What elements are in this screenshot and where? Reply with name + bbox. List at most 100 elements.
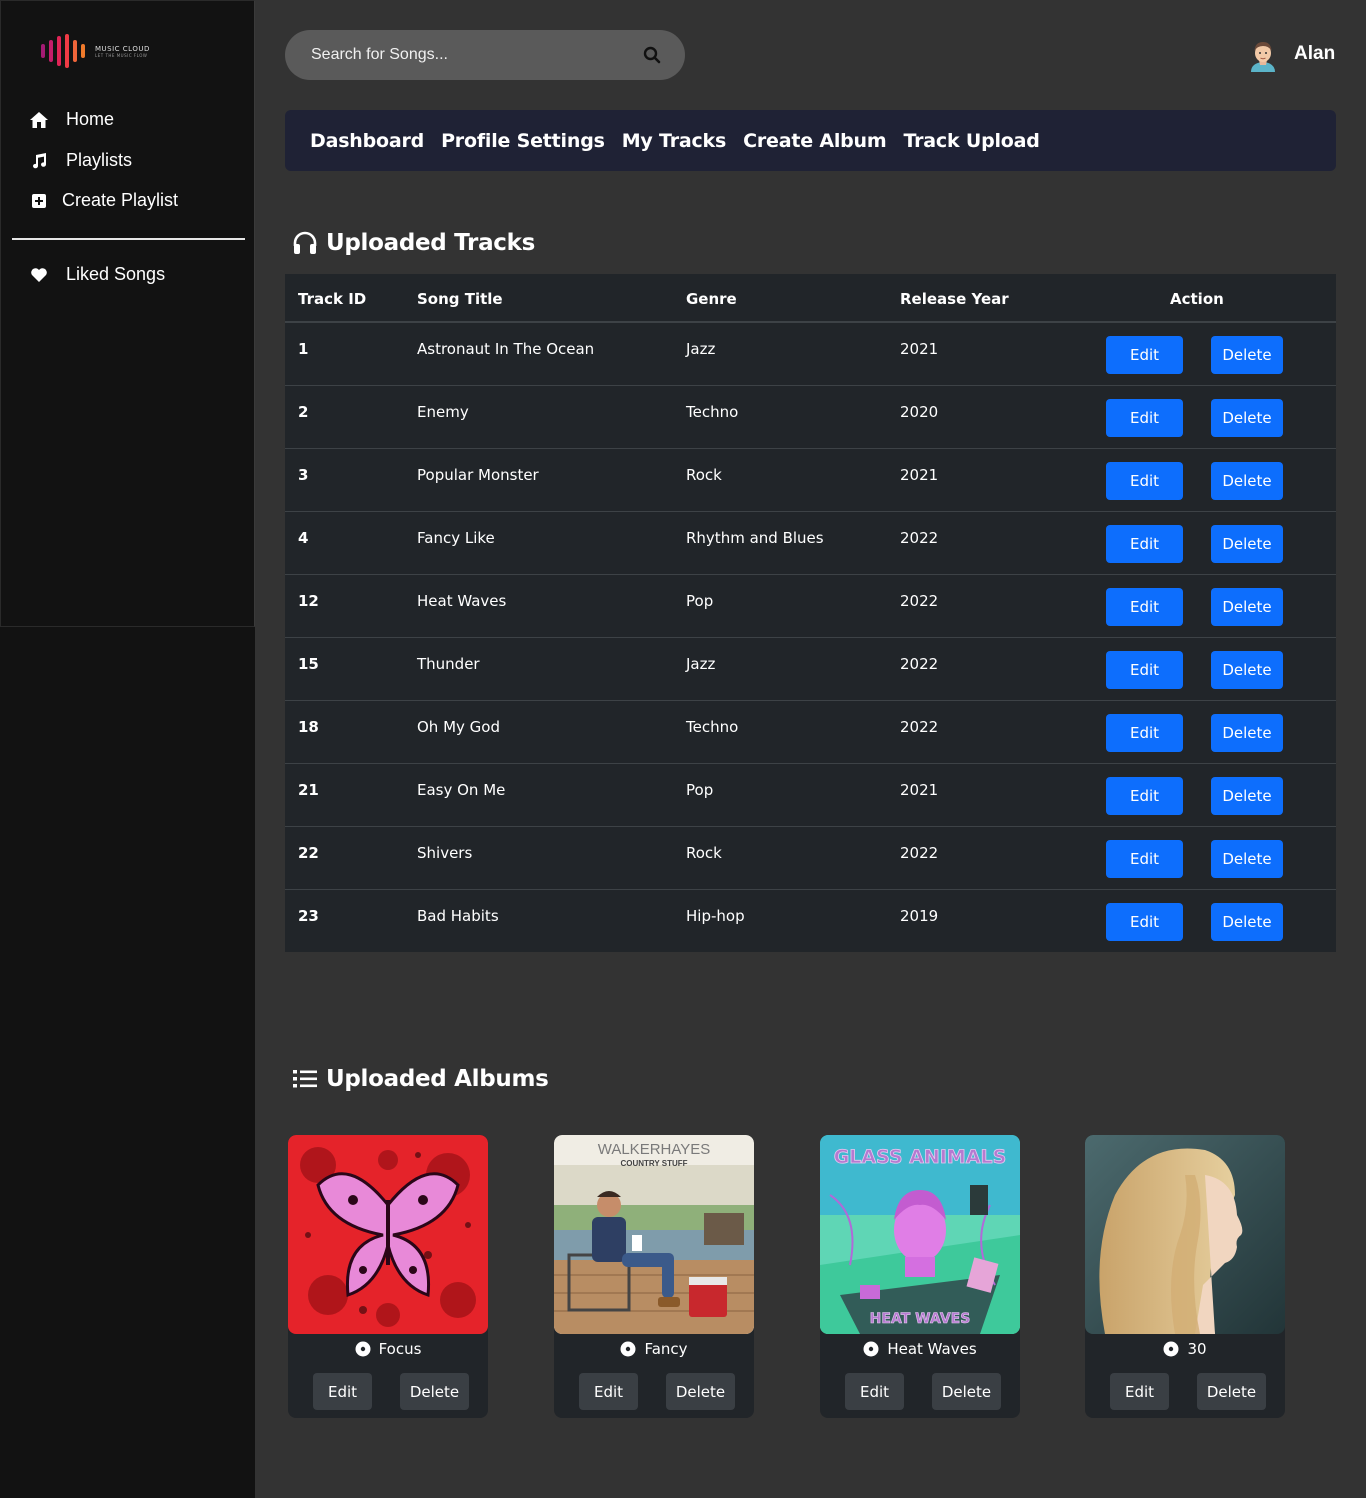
sidebar-item-playlists[interactable]: Playlists bbox=[29, 150, 132, 171]
release-year-cell: 2022 bbox=[900, 592, 939, 610]
genre-cell: Rock bbox=[686, 466, 722, 484]
song-title-cell: Fancy Like bbox=[417, 529, 495, 547]
avatar[interactable] bbox=[1248, 38, 1278, 76]
sidebar-item-label: Home bbox=[66, 109, 115, 129]
delete-track-button[interactable]: Delete bbox=[1211, 336, 1283, 374]
column-header-release-year: Release Year bbox=[900, 290, 1009, 308]
edit-track-button[interactable]: Edit bbox=[1106, 588, 1183, 626]
list-icon bbox=[292, 1066, 318, 1092]
album-title-text: Heat Waves bbox=[887, 1340, 977, 1358]
tab-my-tracks[interactable]: My Tracks bbox=[622, 130, 727, 152]
song-title-cell: Oh My God bbox=[417, 718, 500, 736]
song-title-cell: Shivers bbox=[417, 844, 473, 862]
tracks-section-title: Uploaded Tracks bbox=[292, 230, 535, 256]
sidebar-item-label: Playlists bbox=[66, 150, 133, 170]
headphones-icon bbox=[292, 230, 318, 256]
album-delete-button[interactable]: Delete bbox=[1197, 1373, 1266, 1410]
delete-track-button[interactable]: Delete bbox=[1211, 462, 1283, 500]
sidebar-panel: MUSIC CLOUD LET THE MUSIC FLOW Home Play… bbox=[0, 0, 255, 627]
delete-track-button[interactable]: Delete bbox=[1211, 525, 1283, 563]
genre-cell: Rock bbox=[686, 844, 722, 862]
edit-track-button[interactable]: Edit bbox=[1106, 777, 1183, 815]
release-year-cell: 2020 bbox=[900, 403, 939, 421]
genre-cell: Jazz bbox=[686, 655, 716, 673]
delete-track-button[interactable]: Delete bbox=[1211, 777, 1283, 815]
edit-track-button[interactable]: Edit bbox=[1106, 840, 1183, 878]
song-title-cell: Astronaut In The Ocean bbox=[417, 340, 595, 358]
edit-track-button[interactable]: Edit bbox=[1106, 714, 1183, 752]
search-input[interactable] bbox=[311, 46, 631, 64]
cover-text-artist: WALKERHAYES bbox=[598, 1141, 711, 1158]
home-icon bbox=[29, 110, 49, 130]
search-icon[interactable] bbox=[643, 46, 661, 64]
column-header-track-id: Track ID bbox=[298, 290, 367, 308]
album-edit-button[interactable]: Edit bbox=[1110, 1373, 1169, 1410]
track-id-cell: 15 bbox=[298, 655, 319, 673]
logo[interactable]: MUSIC CLOUD LET THE MUSIC FLOW bbox=[41, 34, 150, 68]
genre-cell: Hip-hop bbox=[686, 907, 745, 925]
album-delete-button[interactable]: Delete bbox=[400, 1373, 469, 1410]
sidebar-item-home[interactable]: Home bbox=[29, 109, 114, 130]
glass-animals-cover[interactable]: GLASS ANIMALS HEAT WAVES bbox=[820, 1135, 1020, 1334]
release-year-cell: 2019 bbox=[900, 907, 939, 925]
user-name[interactable]: Alan bbox=[1294, 43, 1335, 65]
delete-track-button[interactable]: Delete bbox=[1211, 903, 1283, 941]
album-title: 30 bbox=[1085, 1340, 1285, 1358]
tracks-table: Track ID Song Title Genre Release Year A… bbox=[285, 274, 1336, 952]
edit-track-button[interactable]: Edit bbox=[1106, 525, 1183, 563]
release-year-cell: 2022 bbox=[900, 844, 939, 862]
song-title-cell: Enemy bbox=[417, 403, 469, 421]
table-row: 2 Enemy Techno 2020 Edit Delete bbox=[285, 386, 1336, 449]
column-header-song-title: Song Title bbox=[417, 290, 503, 308]
logo-name: MUSIC CLOUD bbox=[95, 44, 150, 53]
table-body: 1 Astronaut In The Ocean Jazz 2021 Edit Delet… bbox=[285, 323, 1336, 953]
sidebar-item-label: Create Playlist bbox=[62, 190, 179, 210]
album-title: Focus bbox=[288, 1340, 488, 1358]
delete-track-button[interactable]: Delete bbox=[1211, 840, 1283, 878]
table-row: 4 Fancy Like Rhythm and Blues 2022 Edit Delet… bbox=[285, 512, 1336, 575]
tab-dashboard[interactable]: Dashboard bbox=[310, 130, 424, 152]
track-id-cell: 1 bbox=[298, 340, 309, 358]
album-delete-button[interactable]: Delete bbox=[666, 1373, 735, 1410]
album-edit-button[interactable]: Edit bbox=[313, 1373, 372, 1410]
table-header: Track ID Song Title Genre Release Year A… bbox=[285, 274, 1336, 323]
album-card: 30 Edit Delete bbox=[1085, 1135, 1285, 1418]
disc-icon bbox=[863, 1341, 879, 1357]
table-row: 12 Heat Waves Pop 2022 Edit Delete bbox=[285, 575, 1336, 638]
edit-track-button[interactable]: Edit bbox=[1106, 462, 1183, 500]
delete-track-button[interactable]: Delete bbox=[1211, 714, 1283, 752]
track-id-cell: 3 bbox=[298, 466, 309, 484]
delete-track-button[interactable]: Delete bbox=[1211, 588, 1283, 626]
genre-cell: Pop bbox=[686, 592, 714, 610]
delete-track-button[interactable]: Delete bbox=[1211, 399, 1283, 437]
delete-track-button[interactable]: Delete bbox=[1211, 651, 1283, 689]
track-id-cell: 12 bbox=[298, 592, 319, 610]
genre-cell: Techno bbox=[686, 403, 739, 421]
butterfly-cover[interactable] bbox=[288, 1135, 488, 1334]
table-row: 15 Thunder Jazz 2022 Edit Delete bbox=[285, 638, 1336, 701]
dashboard-tabs: Dashboard Profile Settings My Tracks Cre… bbox=[285, 110, 1336, 171]
sidebar-divider bbox=[12, 238, 245, 240]
tab-profile-settings[interactable]: Profile Settings bbox=[441, 130, 605, 152]
album-delete-button[interactable]: Delete bbox=[932, 1373, 1001, 1410]
release-year-cell: 2021 bbox=[900, 340, 939, 358]
tab-create-album[interactable]: Create Album bbox=[743, 130, 887, 152]
sidebar-item-create-playlist[interactable]: Create Playlist bbox=[29, 190, 178, 211]
walker-hayes-cover[interactable]: WALKERHAYES COUNTRY STUFF bbox=[554, 1135, 754, 1334]
album-edit-button[interactable]: Edit bbox=[579, 1373, 638, 1410]
user-menu[interactable]: Alan bbox=[1248, 38, 1335, 76]
edit-track-button[interactable]: Edit bbox=[1106, 651, 1183, 689]
portrait-cover[interactable] bbox=[1085, 1135, 1285, 1334]
track-id-cell: 21 bbox=[298, 781, 319, 799]
table-row: 21 Easy On Me Pop 2021 Edit Delete bbox=[285, 764, 1336, 827]
edit-track-button[interactable]: Edit bbox=[1106, 903, 1183, 941]
albums-section-title: Uploaded Albums bbox=[292, 1066, 549, 1092]
edit-track-button[interactable]: Edit bbox=[1106, 399, 1183, 437]
album-edit-button[interactable]: Edit bbox=[845, 1373, 904, 1410]
edit-track-button[interactable]: Edit bbox=[1106, 336, 1183, 374]
heart-icon bbox=[29, 265, 49, 285]
song-title-cell: Heat Waves bbox=[417, 592, 507, 610]
tab-track-upload[interactable]: Track Upload bbox=[903, 130, 1039, 152]
album-title: Heat Waves bbox=[820, 1340, 1020, 1358]
sidebar-item-liked-songs[interactable]: Liked Songs bbox=[29, 264, 165, 285]
